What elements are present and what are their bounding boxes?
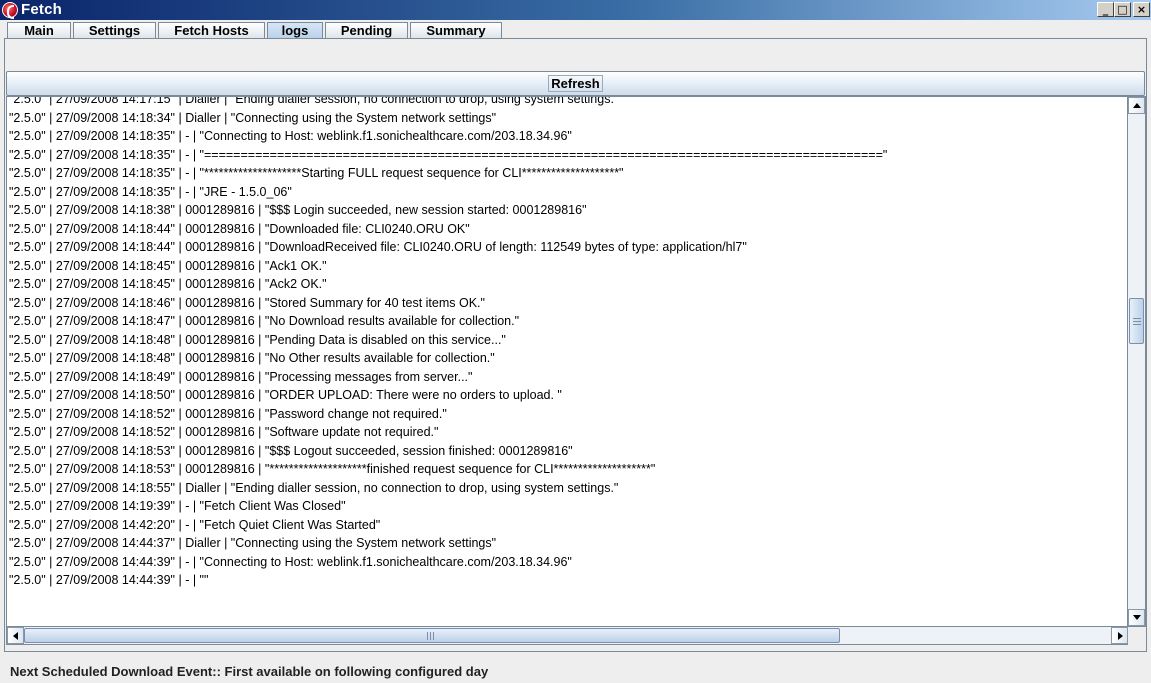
tab-settings[interactable]: Settings — [73, 22, 156, 39]
log-line: "2.5.0" | 27/09/2008 14:44:39" | - | "Co… — [9, 554, 572, 569]
refresh-button-label: Refresh — [548, 75, 603, 92]
status-text: Next Scheduled Download Event:: First av… — [10, 664, 489, 679]
minimize-button[interactable]: _ — [1097, 2, 1114, 17]
log-line: "2.5.0" | 27/09/2008 14:18:38" | 0001289… — [9, 203, 587, 217]
refresh-button[interactable]: Refresh — [6, 71, 1145, 96]
horizontal-scroll-thumb[interactable] — [24, 628, 840, 643]
tab-pending[interactable]: Pending — [325, 22, 408, 39]
log-line: "2.5.0" | 27/09/2008 14:18:47" | 0001289… — [9, 314, 520, 328]
log-line: "2.5.0" | 27/09/2008 14:18:48" | 0001289… — [9, 351, 495, 365]
log-line: "2.5.0" | 27/09/2008 14:18:52" | 0001289… — [9, 425, 439, 439]
fetch-app-icon[interactable] — [2, 2, 18, 19]
scroll-down-button[interactable] — [1128, 609, 1145, 626]
log-line: "2.5.0" | 27/09/2008 14:18:46" | 0001289… — [9, 295, 485, 310]
log-line: "2.5.0" | 27/09/2008 14:18:44" | 0001289… — [9, 240, 747, 254]
tab-fetch-hosts[interactable]: Fetch Hosts — [158, 22, 265, 39]
log-line: "2.5.0" | 27/09/2008 14:18:53" | 0001289… — [9, 443, 573, 458]
grip-line — [1133, 318, 1141, 319]
log-line: "2.5.0" | 27/09/2008 14:44:37" | Dialler… — [9, 536, 497, 550]
horizontal-scrollbar[interactable] — [6, 627, 1128, 645]
log-line: "2.5.0" | 27/09/2008 14:19:39" | - | "Fe… — [9, 499, 346, 513]
log-line: "2.5.0" | 27/09/2008 14:18:35" | - | "Co… — [9, 129, 572, 143]
log-line: "2.5.0" | 27/09/2008 14:18:35" | - | "==… — [9, 147, 888, 162]
log-line: "2.5.0" | 27/09/2008 14:18:45" | 0001289… — [9, 258, 327, 273]
log-line: "2.5.0" | 27/09/2008 14:18:50" | 0001289… — [9, 388, 562, 402]
log-line: "2.5.0" | 27/09/2008 14:18:35" | - | "**… — [9, 166, 624, 180]
log-text-area[interactable]: "2.5.0" | 27/09/2008 14:17:15" | Dialler… — [6, 96, 1128, 627]
window-title: Fetch — [21, 1, 63, 18]
tab-summary[interactable]: Summary — [410, 22, 502, 39]
grip-line — [427, 632, 428, 640]
scroll-up-button[interactable] — [1128, 97, 1145, 114]
title-bar[interactable]: Fetch _ □ × — [0, 0, 1151, 20]
scroll-left-button[interactable] — [7, 627, 24, 644]
log-line: "2.5.0" | 27/09/2008 14:18:44" | 0001289… — [9, 221, 470, 236]
log-line: "2.5.0" | 27/09/2008 14:18:55" | Dialler… — [9, 480, 619, 495]
grip-line — [1133, 321, 1141, 322]
log-line: "2.5.0" | 27/09/2008 14:18:35" | - | "JR… — [9, 184, 292, 199]
vertical-scrollbar[interactable] — [1128, 96, 1146, 627]
grip-line — [433, 632, 434, 640]
log-line: "2.5.0" | 27/09/2008 14:18:52" | 0001289… — [9, 406, 447, 421]
log-line: "2.5.0" | 27/09/2008 14:18:48" | 0001289… — [9, 332, 506, 347]
vertical-scroll-thumb[interactable] — [1129, 298, 1144, 344]
grip-line — [1133, 324, 1141, 325]
log-list: "2.5.0" | 27/09/2008 14:17:15" | Dialler… — [9, 96, 888, 590]
log-line: "2.5.0" | 27/09/2008 14:42:20" | - | "Fe… — [9, 517, 381, 532]
log-line: "2.5.0" | 27/09/2008 14:18:49" | 0001289… — [9, 369, 473, 384]
scrollbar-corner — [1128, 627, 1146, 645]
grip-line — [430, 632, 431, 640]
log-line: "2.5.0" | 27/09/2008 14:18:34" | Dialler… — [9, 110, 497, 125]
log-line: "2.5.0" | 27/09/2008 14:18:45" | 0001289… — [9, 277, 327, 291]
arrow-left-icon — [13, 632, 18, 640]
tab-main[interactable]: Main — [7, 22, 71, 39]
close-button[interactable]: × — [1133, 2, 1150, 17]
scroll-right-button[interactable] — [1111, 627, 1128, 644]
arrow-right-icon — [1118, 632, 1123, 640]
log-line: "2.5.0" | 27/09/2008 14:44:39" | - | "" — [9, 573, 209, 587]
arrow-up-icon — [1133, 103, 1141, 108]
log-line: "2.5.0" | 27/09/2008 14:18:53" | 0001289… — [9, 462, 656, 476]
maximize-button[interactable]: □ — [1114, 2, 1131, 17]
arrow-down-icon — [1133, 615, 1141, 620]
log-line: "2.5.0" | 27/09/2008 14:17:15" | Dialler… — [9, 96, 619, 106]
